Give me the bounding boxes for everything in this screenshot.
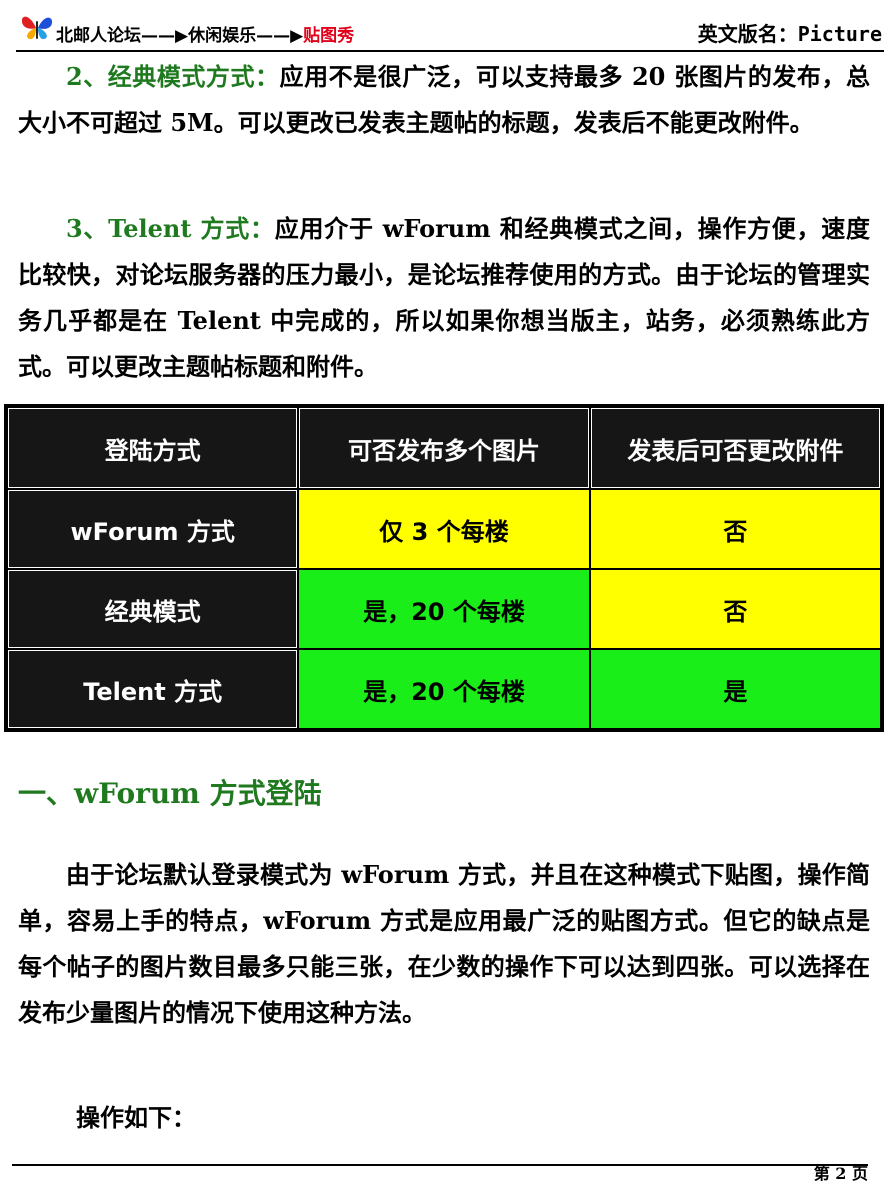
paragraph-classic-mode: 2、经典模式方式：应用不是很广泛，可以支持最多 20 张图片的发布，总大小不可超… [18,54,870,146]
table-cell-method: wForum 方式 [8,490,298,568]
table-cell: 是，20 个每楼 [299,570,589,648]
table-header-cell: 可否发布多个图片 [299,408,589,488]
paragraph-lead: 3、Telent 方式： [66,214,275,243]
breadcrumb: 北邮人论坛——▶休闲娱乐——▶贴图秀 [56,21,354,46]
page-number: 第 2 页 [813,1164,868,1183]
table-row: Telent 方式 是，20 个每楼 是 [8,650,880,728]
table-cell-method: 经典模式 [8,570,298,648]
table-cell: 是，20 个每楼 [299,650,589,728]
operations-label: 操作如下： [76,1103,196,1132]
board-name-label: 英文版名： [697,22,798,46]
breadcrumb-arrow: ——▶ [256,26,304,46]
breadcrumb-item-leisure[interactable]: 休闲娱乐 [188,26,256,46]
section-title: 一、wForum 方式登陆 [18,777,322,810]
footer-divider [12,1164,868,1166]
table-row: wForum 方式 仅 3 个每楼 否 [8,490,880,568]
paragraph-wforum-intro: 由于论坛默认登录模式为 wForum 方式，并且在这种模式下贴图，操作简单，容易… [18,860,870,1027]
paragraph-lead: 2、经典模式方式： [66,62,280,91]
butterfly-logo-icon [21,16,53,40]
breadcrumb-item-forum[interactable]: 北邮人论坛 [56,26,141,46]
table-cell-method: Telent 方式 [8,650,298,728]
paragraph-telent-mode: 3、Telent 方式：应用介于 wForum 和经典模式之间，操作方便，速度比… [18,206,870,390]
board-name-value: Picture [797,22,882,46]
table-header-row: 登陆方式 可否发布多个图片 发表后可否更改附件 [8,408,880,488]
table-row: 经典模式 是，20 个每楼 否 [8,570,880,648]
table-cell: 是 [590,650,880,728]
table-header-cell: 发表后可否更改附件 [590,408,880,488]
table-cell: 否 [590,490,880,568]
breadcrumb-item-current[interactable]: 贴图秀 [303,26,354,46]
table-cell: 仅 3 个每楼 [299,490,589,568]
comparison-table: 登陆方式 可否发布多个图片 发表后可否更改附件 wForum 方式 仅 3 个每… [4,404,884,732]
board-english-name: 英文版名：Picture [698,18,882,47]
breadcrumb-arrow: ——▶ [141,26,189,46]
page-header: 北邮人论坛——▶休闲娱乐——▶贴图秀 英文版名：Picture [16,10,884,52]
table-header-cell: 登陆方式 [8,408,298,488]
table-cell: 否 [590,570,880,648]
